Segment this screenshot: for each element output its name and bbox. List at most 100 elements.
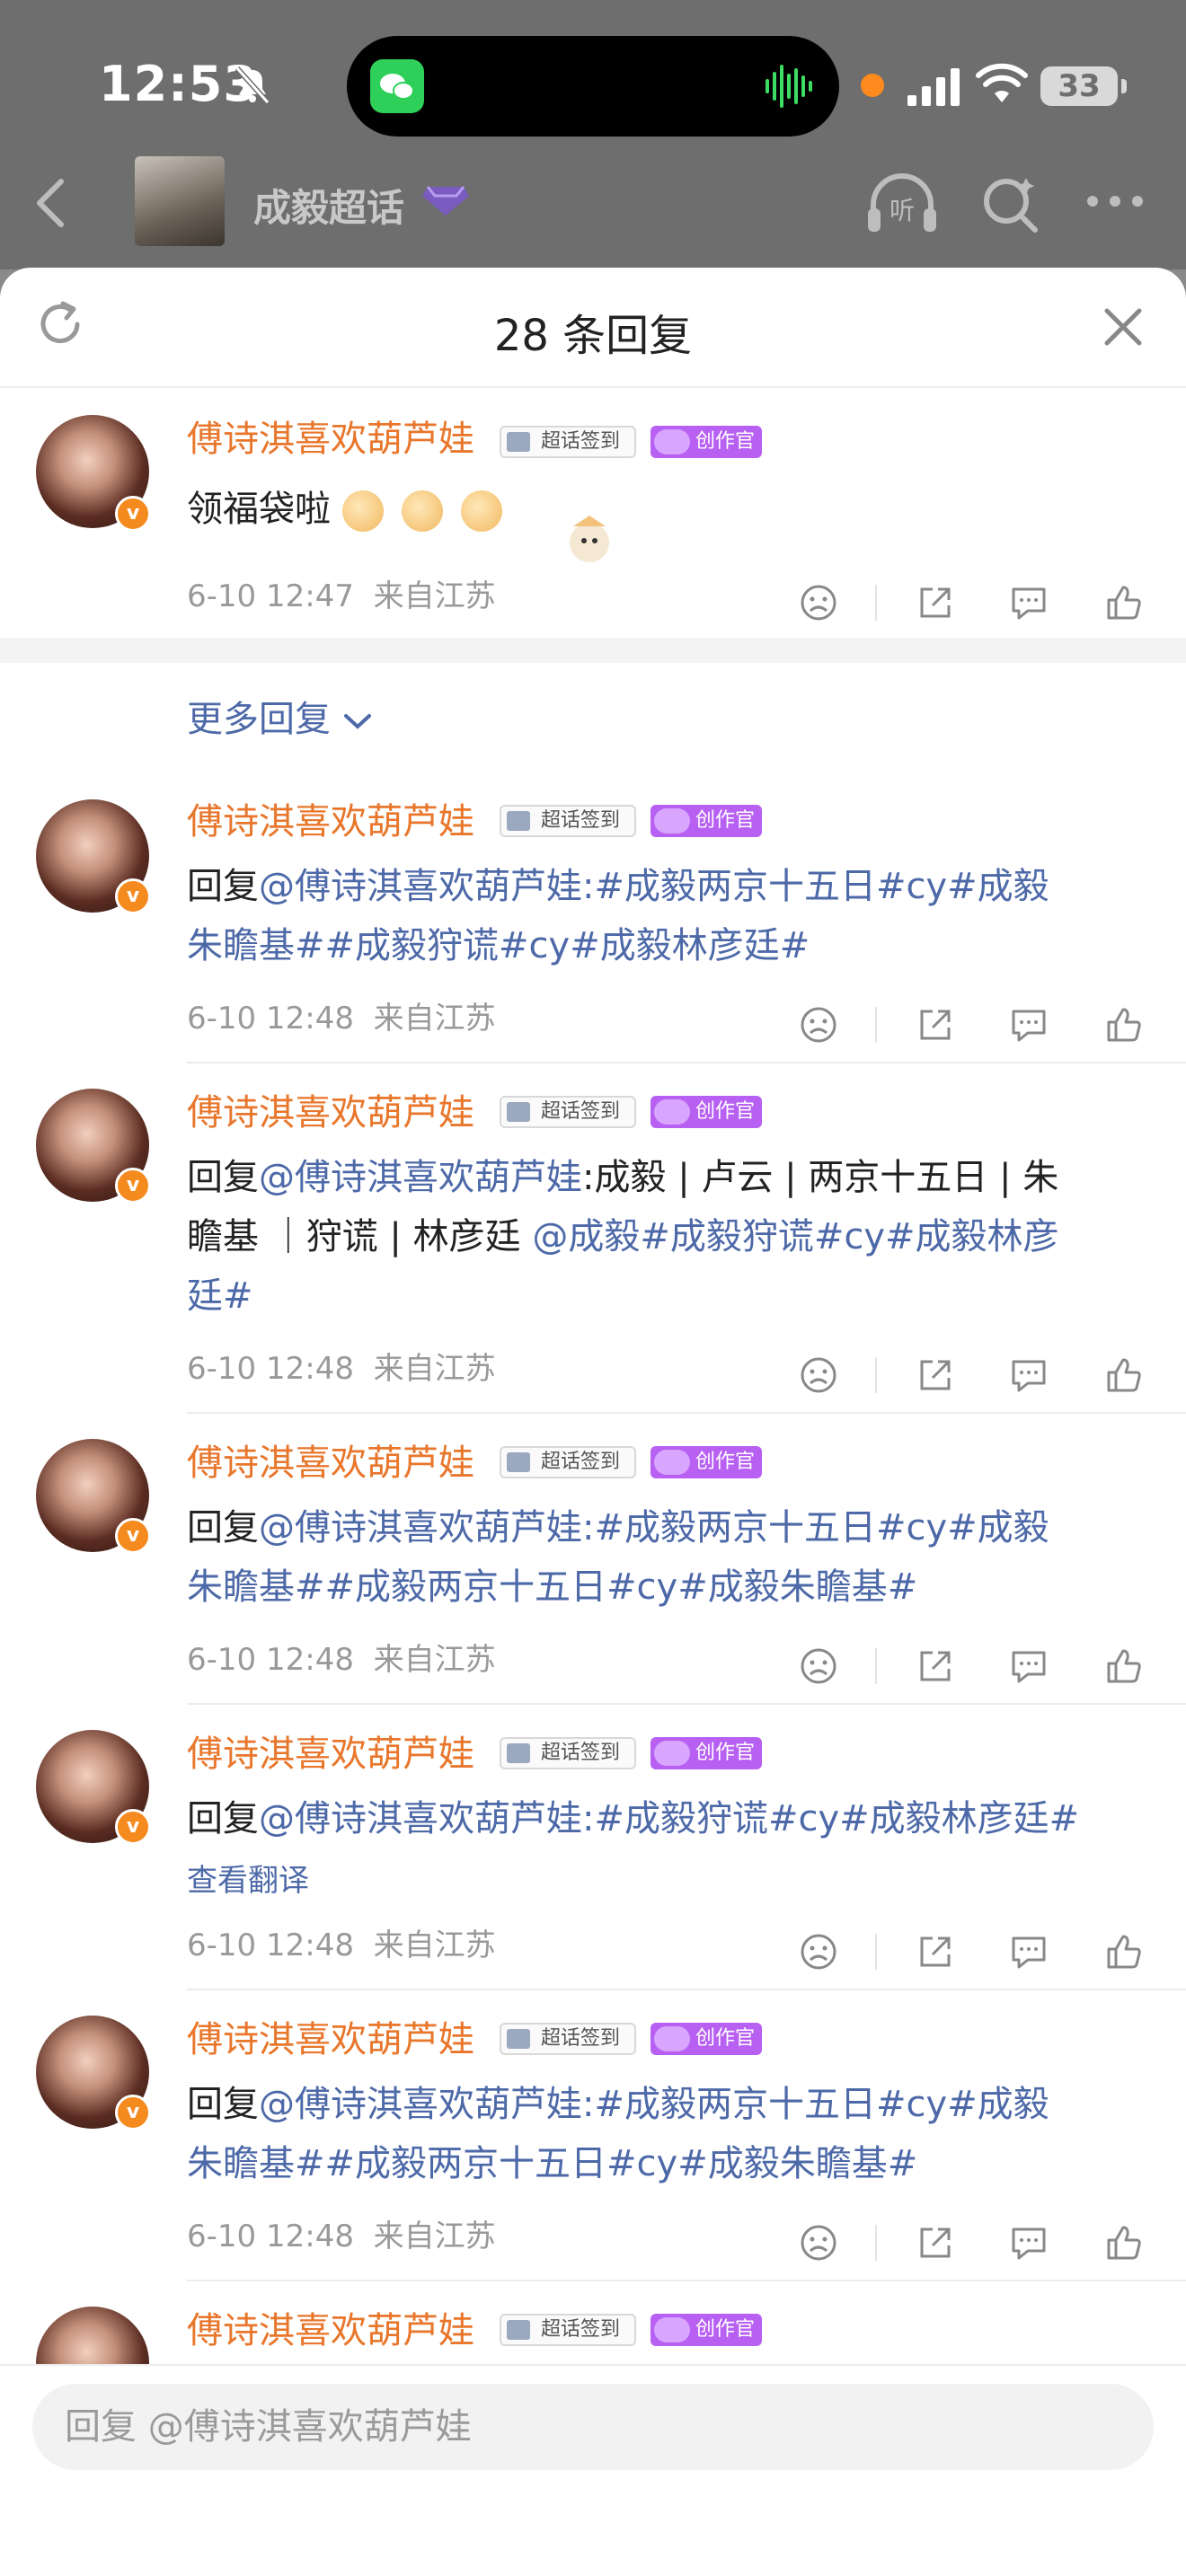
voice-wave-icon xyxy=(766,65,812,108)
tag-creator[interactable]: 创作官 xyxy=(651,1737,762,1769)
divider xyxy=(187,1412,1186,1414)
divider xyxy=(187,1703,1186,1705)
section-gap xyxy=(0,638,1186,663)
wifi-icon xyxy=(976,63,1028,102)
mention-link[interactable]: @傅诗淇喜欢葫芦娃 xyxy=(259,866,582,907)
fist-emoji-icon xyxy=(401,490,443,532)
share-icon[interactable] xyxy=(915,2222,956,2263)
svg-text:听: 听 xyxy=(890,196,915,225)
chevron-down-icon xyxy=(343,714,371,729)
username[interactable]: 傅诗淇喜欢葫芦娃 xyxy=(187,1434,474,1486)
username[interactable]: 傅诗淇喜欢葫芦娃 xyxy=(187,2301,474,2353)
nav-title: 成毅超话 xyxy=(253,186,405,230)
recording-dot-icon xyxy=(861,74,884,97)
close-icon[interactable] xyxy=(1102,305,1145,348)
tag-creator[interactable]: 创作官 xyxy=(651,805,762,837)
reply-input[interactable] xyxy=(32,2384,1154,2470)
tag-creator[interactable]: 创作官 xyxy=(651,1096,762,1128)
tag-sign[interactable]: 超话签到 xyxy=(500,2023,636,2055)
reply-text: 回复@傅诗淇喜欢葫芦娃:成毅 | 卢云 | 两京十五日 | 朱瞻基 ｜狩谎 | … xyxy=(187,1157,1059,1317)
sheet-title: 28 条回复 xyxy=(493,311,693,361)
action-separator xyxy=(875,2225,877,2261)
more-replies-link[interactable]: 更多回复 xyxy=(187,690,373,742)
gem-badge-icon xyxy=(422,186,469,216)
wechat-icon xyxy=(370,59,424,113)
reply-meta: 6-10 12:48 来自江苏 xyxy=(187,1928,496,1963)
comment-icon[interactable] xyxy=(1008,1354,1049,1396)
dislike-icon[interactable] xyxy=(798,1931,839,1972)
mention-link[interactable]: @傅诗淇喜欢葫芦娃 xyxy=(259,1798,582,1839)
username[interactable]: 傅诗淇喜欢葫芦娃 xyxy=(187,2010,474,2062)
verified-badge-icon: v xyxy=(115,496,151,532)
replies-sheet: 28 条回复 v 傅诗淇喜欢葫芦娃 超话签到 创作官 领福袋啦 6-10 12:… xyxy=(0,268,1186,2576)
dislike-icon[interactable] xyxy=(798,2222,839,2263)
supertopic-avatar[interactable] xyxy=(135,156,225,246)
reply-text: 回复@傅诗淇喜欢葫芦娃:#成毅两京十五日#cy#成毅 朱瞻基##成毅狩谎#cy#成… xyxy=(187,866,1049,966)
like-icon[interactable] xyxy=(1103,582,1145,623)
reply-meta: 6-10 12:48 来自江苏 xyxy=(187,2219,496,2254)
verified-badge-icon: v xyxy=(115,1518,151,1554)
like-icon[interactable] xyxy=(1103,2222,1145,2263)
tag-creator[interactable]: 创作官 xyxy=(651,2023,762,2055)
comment-icon[interactable] xyxy=(1008,1004,1049,1045)
tag-creator[interactable]: 创作官 xyxy=(651,2314,762,2346)
like-icon[interactable] xyxy=(1103,1931,1145,1972)
username[interactable]: 傅诗淇喜欢葫芦娃 xyxy=(187,1083,474,1135)
dislike-icon[interactable] xyxy=(798,582,839,623)
like-icon[interactable] xyxy=(1103,1004,1145,1045)
dislike-icon[interactable] xyxy=(798,1354,839,1396)
divider xyxy=(187,1989,1186,1990)
mention-link[interactable]: @傅诗淇喜欢葫芦娃 xyxy=(259,1157,582,1198)
cellular-signal-icon xyxy=(907,68,960,106)
action-separator xyxy=(875,1357,877,1393)
tag-sign[interactable]: 超话签到 xyxy=(500,805,636,837)
sheet-header: 28 条回复 xyxy=(0,268,1186,388)
bell-muted-icon xyxy=(235,66,270,105)
action-separator xyxy=(875,1934,877,1970)
tag-creator[interactable]: 创作官 xyxy=(651,426,762,458)
fist-emoji-icon xyxy=(341,490,384,532)
share-icon[interactable] xyxy=(915,1931,956,1972)
search-icon[interactable] xyxy=(979,172,1042,235)
listen-icon[interactable]: 听 xyxy=(864,171,940,235)
comment-icon[interactable] xyxy=(1008,582,1049,623)
reply-meta: 6-10 12:48 来自江苏 xyxy=(187,1001,496,1037)
dislike-icon[interactable] xyxy=(798,1004,839,1045)
comment-icon[interactable] xyxy=(1008,1645,1049,1687)
tag-sign[interactable]: 超话签到 xyxy=(500,426,636,458)
comment-meta: 6-10 12:47 来自江苏 xyxy=(187,578,496,614)
comment-icon[interactable] xyxy=(1008,1931,1049,1972)
share-icon[interactable] xyxy=(915,1004,956,1045)
divider xyxy=(187,1062,1186,1063)
username[interactable]: 傅诗淇喜欢葫芦娃 xyxy=(187,792,474,844)
like-icon[interactable] xyxy=(1103,1645,1145,1687)
view-translation-link[interactable]: 查看翻译 xyxy=(187,1856,309,1900)
share-icon[interactable] xyxy=(915,582,956,623)
username[interactable]: 傅诗淇喜欢葫芦娃 xyxy=(187,410,474,462)
sticker-icon xyxy=(570,516,609,562)
fist-emoji-icon xyxy=(460,490,502,532)
more-options-icon[interactable] xyxy=(1085,192,1145,210)
reply-text: 回复@傅诗淇喜欢葫芦娃:#成毅两京十五日#cy#成毅 朱瞻基##成毅两京十五日#c… xyxy=(187,1507,1049,1608)
tag-sign[interactable]: 超话签到 xyxy=(500,1446,636,1478)
tag-sign[interactable]: 超话签到 xyxy=(500,1737,636,1769)
reply-meta: 6-10 12:48 来自江苏 xyxy=(187,1642,496,1678)
tag-sign[interactable]: 超话签到 xyxy=(500,2314,636,2346)
share-icon[interactable] xyxy=(915,1354,956,1396)
verified-badge-icon: v xyxy=(115,878,151,914)
like-icon[interactable] xyxy=(1103,1354,1145,1396)
comment-icon[interactable] xyxy=(1008,2222,1049,2263)
tag-creator[interactable]: 创作官 xyxy=(651,1446,762,1478)
tag-sign[interactable]: 超话签到 xyxy=(500,1096,636,1128)
divider xyxy=(187,2280,1186,2281)
back-arrow-icon[interactable] xyxy=(31,176,72,230)
comment-text: 领福袋啦 xyxy=(187,480,1157,539)
mention-link[interactable]: @傅诗淇喜欢葫芦娃 xyxy=(259,2084,582,2125)
mention-link[interactable]: @傅诗淇喜欢葫芦娃 xyxy=(259,1507,582,1548)
username[interactable]: 傅诗淇喜欢葫芦娃 xyxy=(187,1725,474,1777)
reply-meta: 6-10 12:48 来自江苏 xyxy=(187,1351,496,1387)
action-separator xyxy=(875,1648,877,1684)
action-separator xyxy=(875,585,877,621)
dislike-icon[interactable] xyxy=(798,1645,839,1687)
share-icon[interactable] xyxy=(915,1645,956,1687)
